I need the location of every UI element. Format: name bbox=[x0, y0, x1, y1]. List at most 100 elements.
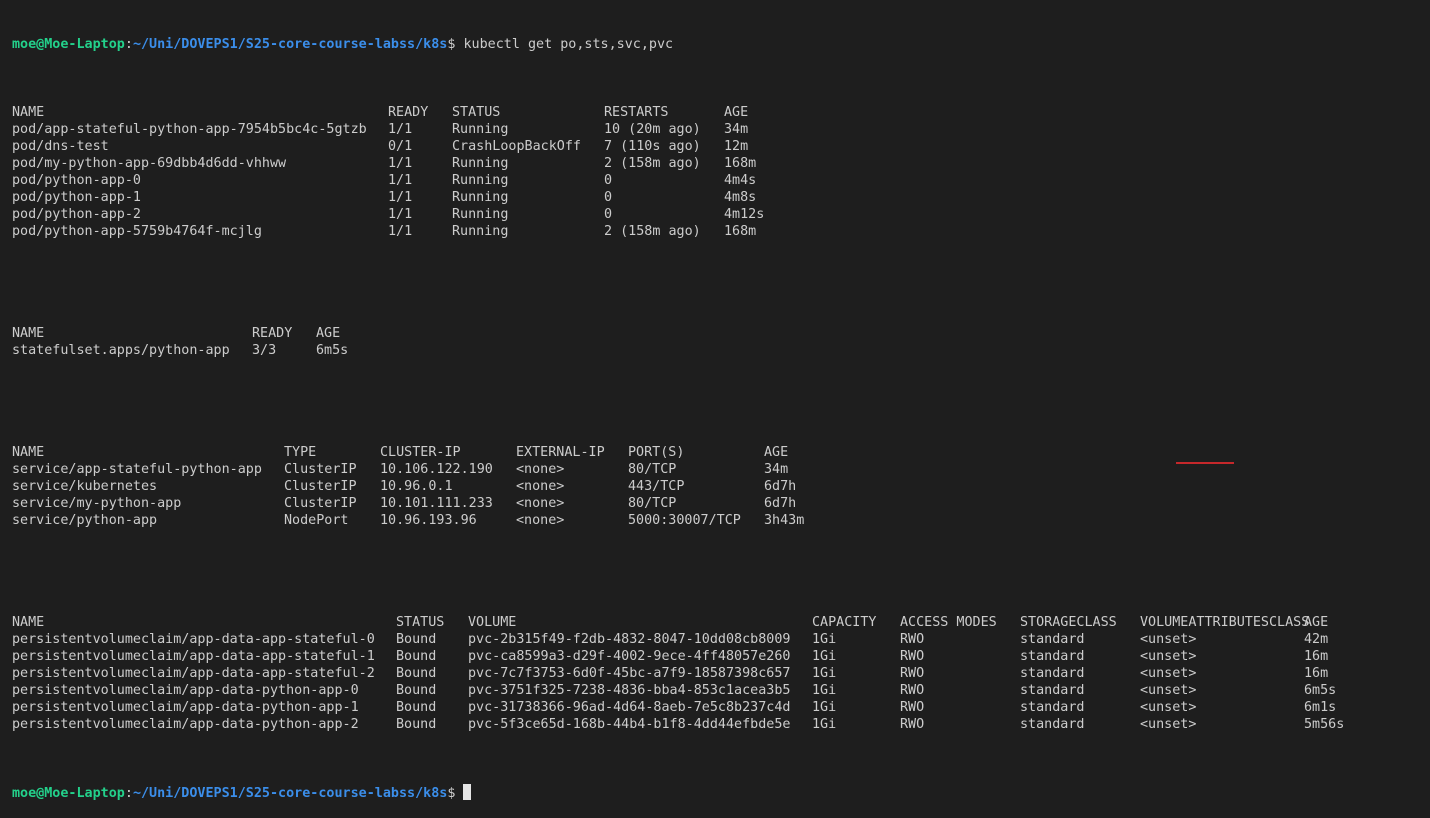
table-cell: 7 (110s ago) bbox=[604, 139, 701, 154]
table-row: persistentvolumeclaim/app-data-python-ap… bbox=[12, 699, 1430, 716]
table-cell: 1/1 bbox=[388, 190, 413, 205]
table-cell: 5000:30007/TCP bbox=[628, 513, 741, 528]
table-row: statefulset.apps/python-app 3/3 6m5s bbox=[12, 342, 1430, 359]
table-cell: RWO bbox=[900, 632, 925, 647]
table-cell: standard bbox=[1020, 717, 1085, 732]
table-row: service/my-python-app ClusterIP 10.101.111… bbox=[12, 495, 1430, 512]
table-cell: standard bbox=[1020, 649, 1085, 664]
table-cell: 1Gi bbox=[812, 649, 837, 664]
statefulsets-table: NAME READY AGE statefulset.apps/python-app 3… bbox=[12, 325, 1430, 359]
table-cell: 42m bbox=[1304, 632, 1329, 647]
table-cell: persistentvolumeclaim/app-data-app-state… bbox=[12, 649, 375, 664]
table-cell: 34m bbox=[724, 122, 749, 137]
table-cell: 16m bbox=[1304, 649, 1329, 664]
table-cell: persistentvolumeclaim/app-data-python-ap… bbox=[12, 683, 359, 698]
prompt-path: ~/Uni/DOVEPS1/S25-core-course-labss/k8s bbox=[132, 37, 448, 52]
table-cell: Bound bbox=[396, 700, 437, 715]
table-cell: pvc-5f3ce65d-168b-44b4-b1f8-4dd44efbde5e bbox=[468, 717, 791, 732]
table-cell: 80/TCP bbox=[628, 496, 677, 511]
table-cell: pod/python-app-0 bbox=[12, 173, 141, 188]
table-cell: RWO bbox=[900, 717, 925, 732]
table-row: pod/python-app-5759b4764f-mcjlg 1/1 Runnin… bbox=[12, 223, 1430, 240]
prompt-user-host: moe@Moe-Laptop bbox=[12, 37, 125, 52]
table-cell: Running bbox=[452, 156, 509, 171]
column-header: PORT(S) bbox=[628, 445, 685, 460]
prompt-path: ~/Uni/DOVEPS1/S25-core-course-labss/k8s bbox=[132, 786, 448, 801]
table-cell: <none> bbox=[516, 479, 565, 494]
table-cell: 1/1 bbox=[388, 173, 413, 188]
table-cell: persistentvolumeclaim/app-data-app-state… bbox=[12, 632, 375, 647]
table-cell: Bound bbox=[396, 632, 437, 647]
column-header: AGE bbox=[724, 105, 749, 120]
table-cell: 1/1 bbox=[388, 156, 413, 171]
column-header: VOLUME bbox=[468, 615, 517, 630]
table-cell: 168m bbox=[724, 156, 757, 171]
table-cell: pod/python-app-1 bbox=[12, 190, 141, 205]
table-cell: 3h43m bbox=[764, 513, 805, 528]
table-row: persistentvolumeclaim/app-data-python-ap… bbox=[12, 716, 1430, 733]
command-line: moe@Moe-Laptop:~/Uni/DOVEPS1/S25-core-co… bbox=[12, 36, 1430, 53]
column-header: VOLUMEATTRIBUTESCLASS bbox=[1140, 615, 1310, 630]
column-header: STATUS bbox=[396, 615, 445, 630]
table-row: persistentvolumeclaim/app-data-app-state… bbox=[12, 631, 1430, 648]
table-cell: 1Gi bbox=[812, 700, 837, 715]
column-header: AGE bbox=[764, 445, 789, 460]
table-cell: ClusterIP bbox=[284, 479, 357, 494]
terminal-window[interactable]: moe@Moe-Laptop:~/Uni/DOVEPS1/S25-core-co… bbox=[0, 0, 1430, 801]
table-cell: Bound bbox=[396, 683, 437, 698]
table-cell: Running bbox=[452, 122, 509, 137]
table-cell: 1Gi bbox=[812, 666, 837, 681]
text-cursor bbox=[463, 784, 472, 800]
column-header: RESTARTS bbox=[604, 105, 669, 120]
table-row: service/kubernetes ClusterIP 10.96.0.1 <non… bbox=[12, 478, 1430, 495]
column-header: NAME bbox=[12, 326, 45, 341]
table-cell: Running bbox=[452, 224, 509, 239]
table-cell: pvc-3751f325-7238-4836-bba4-853c1acea3b5 bbox=[468, 683, 791, 698]
column-header: CAPACITY bbox=[812, 615, 877, 630]
table-cell: Running bbox=[452, 207, 509, 222]
table-cell: persistentvolumeclaim/app-data-python-ap… bbox=[12, 717, 359, 732]
table-cell: Running bbox=[452, 173, 509, 188]
table-cell: 1/1 bbox=[388, 207, 413, 222]
table-cell: RWO bbox=[900, 649, 925, 664]
prompt-symbol: $ bbox=[447, 786, 456, 801]
table-cell: persistentvolumeclaim/app-data-python-ap… bbox=[12, 700, 359, 715]
table-cell: 16m bbox=[1304, 666, 1329, 681]
column-header: STATUS bbox=[452, 105, 501, 120]
table-cell: pvc-ca8599a3-d29f-4002-9ece-4ff48057e260 bbox=[468, 649, 791, 664]
table-cell: RWO bbox=[900, 700, 925, 715]
prompt-user-host: moe@Moe-Laptop bbox=[12, 786, 125, 801]
table-cell: 12m bbox=[724, 139, 749, 154]
table-cell: 6d7h bbox=[764, 496, 797, 511]
table-cell: pod/app-stateful-python-app-7954b5bc4c-5… bbox=[12, 122, 367, 137]
table-row: persistentvolumeclaim/app-data-app-state… bbox=[12, 648, 1430, 665]
column-header: EXTERNAL-IP bbox=[516, 445, 605, 460]
table-cell: pod/my-python-app-69dbb4d6dd-vhhww bbox=[12, 156, 287, 171]
table-cell: 6d7h bbox=[764, 479, 797, 494]
table-row: pod/app-stateful-python-app-7954b5bc4c-5… bbox=[12, 121, 1430, 138]
table-row: pod/python-app-1 1/1 Running 0 4m8s bbox=[12, 189, 1430, 206]
table-cell: 0 bbox=[604, 207, 613, 222]
table-cell: 1Gi bbox=[812, 683, 837, 698]
prompt-separator: : bbox=[124, 786, 133, 801]
table-cell: pod/python-app-5759b4764f-mcjlg bbox=[12, 224, 262, 239]
table-row: persistentvolumeclaim/app-data-app-state… bbox=[12, 665, 1430, 682]
table-cell: pvc-31738366-96ad-4d64-8aeb-7e5c8b237c4d bbox=[468, 700, 791, 715]
table-cell: Running bbox=[452, 190, 509, 205]
table-cell: <unset> bbox=[1140, 700, 1197, 715]
table-cell: <unset> bbox=[1140, 717, 1197, 732]
table-cell: 4m4s bbox=[724, 173, 757, 188]
table-cell: <unset> bbox=[1140, 632, 1197, 647]
table-cell: 10 (20m ago) bbox=[604, 122, 701, 137]
table-cell: 6m5s bbox=[1304, 683, 1337, 698]
table-cell: 4m12s bbox=[724, 207, 765, 222]
table-cell: 6m5s bbox=[316, 343, 349, 358]
table-cell: persistentvolumeclaim/app-data-app-state… bbox=[12, 666, 375, 681]
table-cell: 5m56s bbox=[1304, 717, 1345, 732]
prompt-line[interactable]: moe@Moe-Laptop:~/Uni/DOVEPS1/S25-core-co… bbox=[12, 784, 1430, 801]
table-cell: <unset> bbox=[1140, 649, 1197, 664]
pods-table: NAME READY STATUS RESTARTS AGE pod/app-statef… bbox=[12, 104, 1430, 240]
